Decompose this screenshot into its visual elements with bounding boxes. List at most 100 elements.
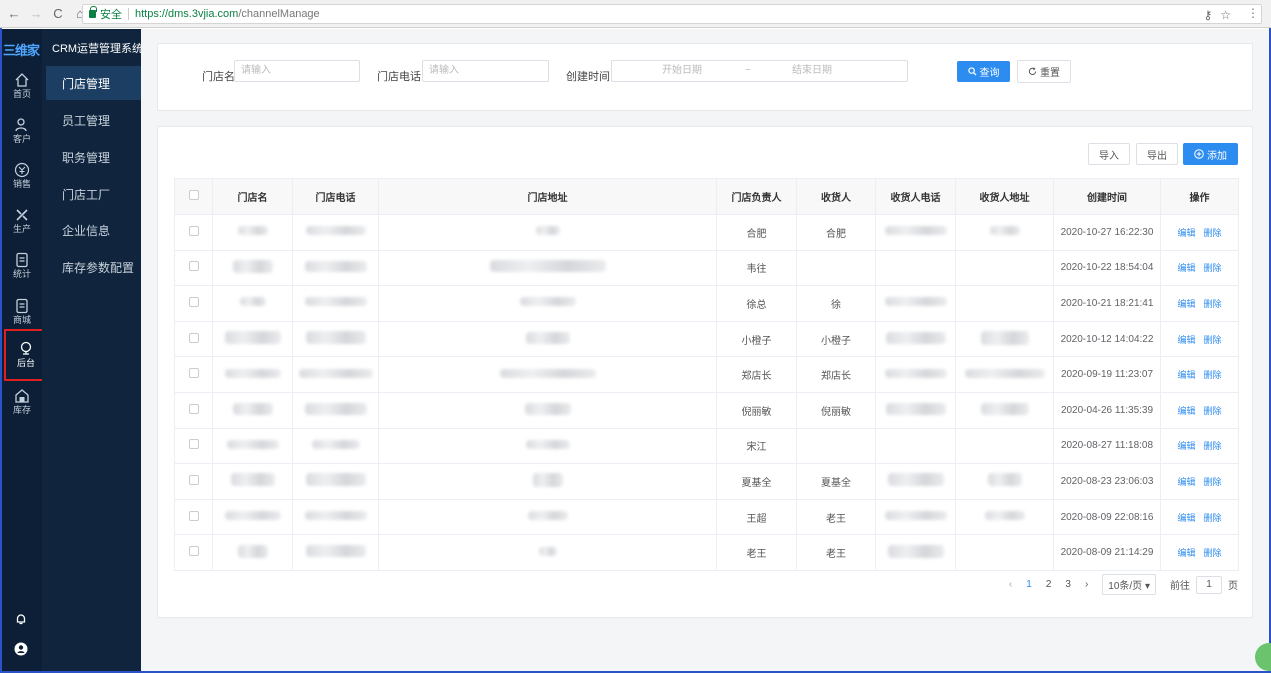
table-row: 王超 老王 2020-08-09 22:08:16 编辑 删除 (174, 499, 1239, 536)
add-button[interactable]: 添加 (1183, 143, 1238, 165)
url-text: https://dms.3vjia.com/channelManage (135, 8, 320, 20)
rail-item-home[interactable]: 首页 (2, 70, 42, 106)
receiver-cell: 小橙子 (796, 321, 876, 358)
submenu-item-staff-management[interactable]: 员工管理 (42, 103, 141, 137)
redacted-receiver-address (964, 368, 1045, 378)
rail-item-mall[interactable]: 商城 (2, 296, 42, 332)
redacted-store-address (535, 226, 560, 236)
mall-icon (16, 298, 28, 314)
filter-panel: 门店名: 请输入 门店电话: 请输入 创建时间: 开始日期 ~ 结束日期 查询 … (157, 43, 1253, 111)
redacted-store-address (524, 402, 571, 415)
store-manager-cell: 郑店长 (716, 356, 797, 393)
edit-link[interactable]: 编辑 (1177, 228, 1195, 238)
edit-link[interactable]: 编辑 (1177, 335, 1195, 345)
rail-item-inventory[interactable]: 库存 (2, 386, 42, 422)
forward-icon[interactable]: → (28, 6, 44, 22)
edit-link[interactable]: 编辑 (1177, 370, 1195, 380)
select-all-cell[interactable] (174, 178, 213, 215)
reload-icon[interactable]: C (50, 6, 66, 22)
rail-item-production[interactable]: 生产 (2, 205, 42, 241)
back-icon[interactable]: ← (6, 6, 22, 22)
select-all-checkbox[interactable] (188, 190, 199, 200)
delete-link[interactable]: 删除 (1204, 477, 1222, 487)
delete-link[interactable]: 删除 (1204, 228, 1222, 238)
redacted-store-name (230, 473, 275, 487)
edit-link[interactable]: 编辑 (1177, 263, 1195, 273)
submenu-item-store-management[interactable]: 门店管理 (46, 66, 141, 100)
rail-item-customer[interactable]: 客户 (2, 115, 42, 151)
row-checkbox[interactable] (188, 403, 199, 414)
query-button[interactable]: 查询 (957, 61, 1010, 82)
col-header-store-address: 门店地址 (378, 178, 717, 215)
edit-link[interactable]: 编辑 (1177, 513, 1195, 523)
page-2[interactable]: 2 (1046, 579, 1052, 590)
store-name-label: 门店名: (202, 71, 239, 83)
browser-menu-icon[interactable]: ⋮ (1247, 6, 1259, 20)
table-row: 韦往 2020-10-22 18:54:04 编辑 删除 (174, 250, 1239, 287)
store-name-input[interactable]: 请输入 (234, 60, 360, 82)
export-button[interactable]: 导出 (1136, 143, 1178, 165)
page-size-select[interactable]: 10条/页 ▾ (1102, 574, 1156, 595)
rail-item-sales[interactable]: 销售 (2, 160, 42, 196)
delete-link[interactable]: 删除 (1204, 406, 1222, 416)
submenu-item-company-info[interactable]: 企业信息 (42, 213, 141, 247)
goto-label: 前往 (1170, 581, 1190, 592)
receiver-cell (796, 250, 876, 287)
redacted-receiver-phone (884, 297, 947, 307)
next-page-icon[interactable]: › (1085, 579, 1088, 590)
edit-link[interactable]: 编辑 (1177, 441, 1195, 451)
delete-link[interactable]: 删除 (1204, 299, 1222, 309)
edit-link[interactable]: 编辑 (1177, 406, 1195, 416)
col-header-store-manager: 门店负责人 (716, 178, 797, 215)
table-body: 合肥 合肥 2020-10-27 16:22:30 编辑 删除 韦往 2020-… (174, 214, 1239, 571)
edit-link[interactable]: 编辑 (1177, 548, 1195, 558)
submenu-item-store-factory[interactable]: 门店工厂 (42, 177, 141, 211)
row-checkbox[interactable] (188, 225, 199, 236)
delete-link[interactable]: 删除 (1204, 335, 1222, 345)
redacted-store-address (525, 331, 570, 344)
store-phone-input[interactable]: 请输入 (422, 60, 549, 82)
rail-item-statistics[interactable]: 统计 (2, 250, 42, 286)
delete-link[interactable]: 删除 (1204, 513, 1222, 523)
page-1[interactable]: 1 (1026, 579, 1032, 590)
row-checkbox[interactable] (188, 332, 199, 343)
delete-link[interactable]: 删除 (1204, 263, 1222, 273)
secure-indicator[interactable]: 安全 (89, 6, 122, 22)
delete-link[interactable]: 删除 (1204, 548, 1222, 558)
row-checkbox[interactable] (188, 261, 199, 272)
page-3[interactable]: 3 (1065, 579, 1071, 590)
row-checkbox[interactable] (188, 296, 199, 307)
delete-link[interactable]: 删除 (1204, 370, 1222, 380)
store-manager-cell: 合肥 (716, 214, 797, 251)
redacted-receiver-phone (884, 226, 947, 236)
key-icon[interactable]: ⚷ (1203, 8, 1212, 22)
user-avatar-icon[interactable] (14, 642, 28, 656)
search-icon (967, 67, 977, 76)
row-checkbox[interactable] (188, 474, 199, 485)
address-bar[interactable]: 安全 https://dms.3vjia.com/channelManage ⚷… (82, 4, 1262, 24)
prev-page-icon[interactable]: ‹ (1009, 579, 1012, 590)
receiver-cell: 老王 (796, 534, 876, 571)
bookmark-star-icon[interactable]: ☆ (1220, 8, 1231, 22)
bell-icon[interactable] (14, 612, 28, 626)
submenu-item-position-management[interactable]: 职务管理 (42, 140, 141, 174)
import-button[interactable]: 导入 (1088, 143, 1130, 165)
row-checkbox[interactable] (188, 510, 199, 521)
row-checkbox[interactable] (188, 439, 199, 450)
row-checkbox[interactable] (188, 546, 199, 557)
submenu-item-inventory-config[interactable]: 库存参数配置 (42, 250, 141, 284)
redacted-store-name (237, 544, 268, 558)
reset-button[interactable]: 重置 (1017, 60, 1071, 83)
redacted-receiver-address (989, 226, 1020, 236)
goto-page-input[interactable]: 1 (1196, 575, 1222, 594)
edit-link[interactable]: 编辑 (1177, 299, 1195, 309)
delete-link[interactable]: 删除 (1204, 441, 1222, 451)
row-checkbox[interactable] (188, 368, 199, 379)
created-time-label: 创建时间: (566, 71, 614, 83)
date-range-picker[interactable]: 开始日期 ~ 结束日期 (611, 60, 908, 82)
backend-icon (20, 341, 32, 355)
edit-link[interactable]: 编辑 (1177, 477, 1195, 487)
redacted-store-address (525, 439, 570, 449)
redacted-store-address (519, 297, 576, 307)
store-manager-cell: 小橙子 (716, 321, 797, 358)
